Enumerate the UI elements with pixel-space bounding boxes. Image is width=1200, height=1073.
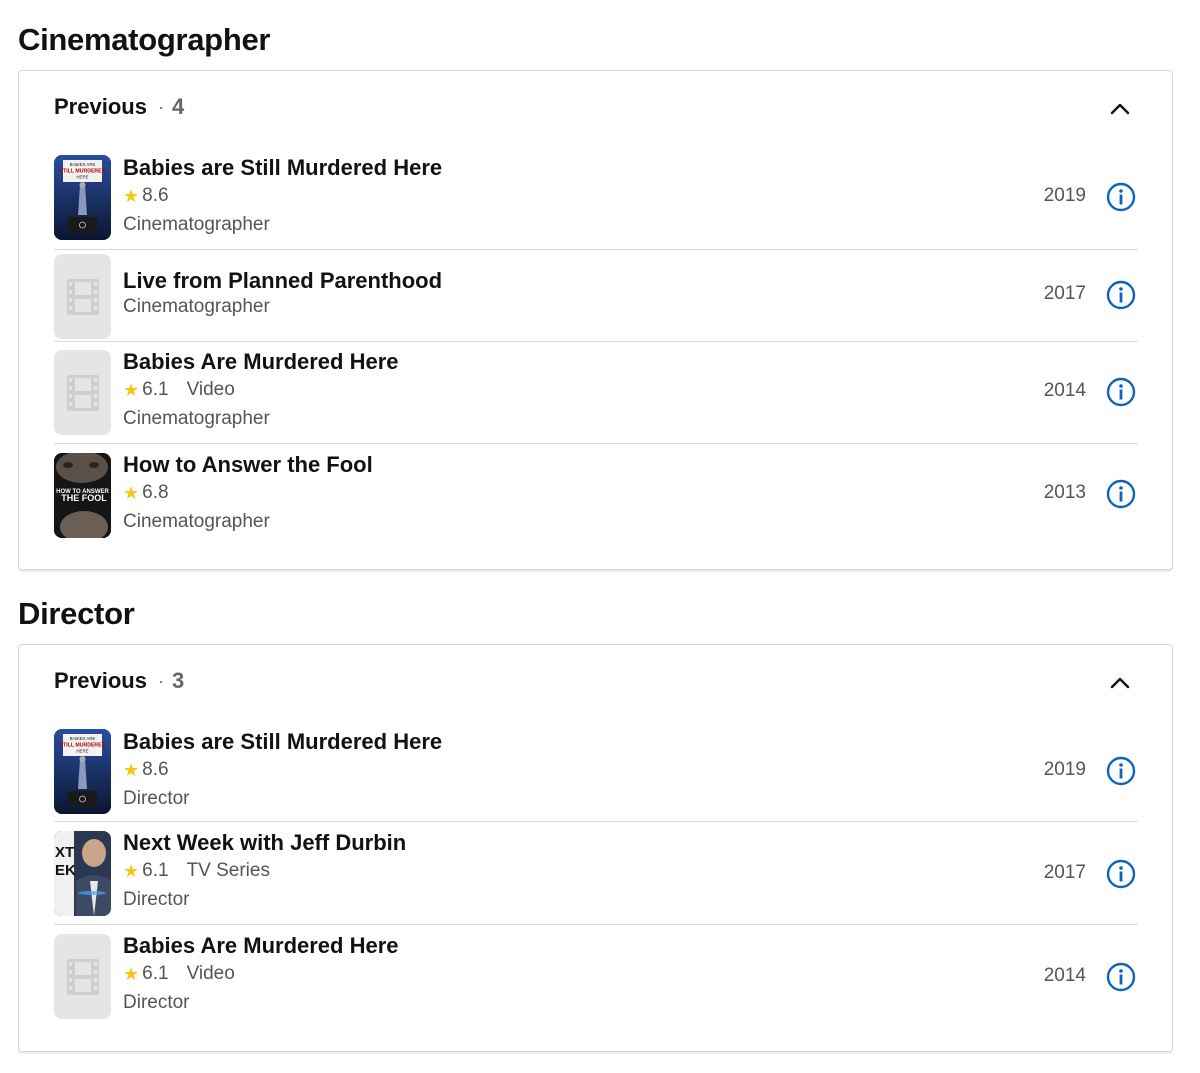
title-type: TV Series	[186, 860, 270, 881]
credit-title[interactable]: Live from Planned Parenthood	[123, 268, 442, 294]
poster-text: BABIES ARE	[70, 736, 96, 741]
credit-meta: Live from Planned Parenthood Cinematogra…	[123, 268, 442, 320]
star-icon: ★	[123, 380, 140, 400]
rating-value: 6.8	[142, 482, 169, 503]
rating-value: 6.1	[142, 379, 169, 400]
poster-image[interactable]: XT EK	[54, 831, 111, 916]
poster-placeholder[interactable]	[54, 350, 111, 435]
section-title-cinematographer: Cinematographer	[18, 22, 271, 57]
info-circle-icon[interactable]	[1106, 280, 1136, 310]
credit-title[interactable]: Babies are Still Murdered Here	[123, 155, 442, 181]
rating-value: 6.1	[142, 963, 169, 984]
info-circle-icon[interactable]	[1106, 962, 1136, 992]
credit-meta: How to Answer the Fool ★ 6.8 Cinematograp…	[123, 452, 373, 535]
credit-row[interactable]: Babies Are Murdered Here ★ 6.1 Video Direc…	[54, 925, 1138, 1030]
section-title-director: Director	[18, 596, 135, 631]
title-type: Video	[186, 379, 235, 400]
film-strip-icon	[66, 278, 99, 315]
star-icon: ★	[123, 483, 140, 503]
credit-title[interactable]: Babies Are Murdered Here	[123, 933, 399, 959]
separator-dot: ·	[157, 96, 164, 117]
star-icon: ★	[123, 964, 140, 984]
info-circle-icon[interactable]	[1106, 377, 1136, 407]
info-circle-icon[interactable]	[1106, 182, 1136, 212]
credit-role: Director	[123, 788, 190, 809]
rating-value: 8.6	[142, 759, 169, 780]
separator-dot: ·	[157, 670, 164, 691]
credit-meta: Next Week with Jeff Durbin ★ 6.1 TV Series…	[123, 830, 406, 913]
credit-year: 2014	[1043, 965, 1086, 986]
credits-card-cinematographer: Previous · 4 BABIES ARE STILL MURDERED H…	[18, 70, 1173, 570]
header-label: Previous	[54, 94, 147, 119]
credit-year: 2017	[1043, 283, 1086, 304]
title-type: Video	[186, 963, 235, 984]
credit-row[interactable]: Live from Planned Parenthood Cinematogra…	[54, 250, 1138, 342]
poster-text: EK	[55, 862, 76, 879]
credit-title[interactable]: Babies Are Murdered Here	[123, 349, 399, 375]
film-strip-icon	[66, 374, 99, 411]
credit-row[interactable]: XT EK Next Week with Jeff Durbin ★ 6.1 TV …	[54, 822, 1138, 925]
poster-placeholder[interactable]	[54, 254, 111, 339]
credit-count: 3	[171, 668, 185, 693]
credits-card-director: Previous · 3 BABIES ARE STILL MURDERED H…	[18, 644, 1173, 1052]
credit-role: Cinematographer	[123, 408, 270, 429]
credit-role: Cinematographer	[123, 511, 270, 532]
credit-meta: Babies are Still Murdered Here ★ 8.6 Cine…	[123, 155, 442, 238]
credit-year: 2013	[1043, 482, 1086, 503]
info-circle-icon[interactable]	[1106, 479, 1136, 509]
film-strip-icon	[66, 958, 99, 995]
credit-count: 4	[171, 94, 185, 119]
poster-image[interactable]: BABIES ARE STILL MURDERED HERE	[54, 729, 111, 814]
credit-meta: Babies Are Murdered Here ★ 6.1 Video Cinem…	[123, 349, 399, 432]
credit-role: Director	[123, 992, 190, 1013]
star-icon: ★	[123, 861, 140, 881]
card-header[interactable]: Previous · 4	[54, 93, 184, 121]
info-circle-icon[interactable]	[1106, 756, 1136, 786]
credit-rating: ★ 6.1 Video	[123, 377, 399, 403]
poster-placeholder[interactable]	[54, 934, 111, 1019]
credit-rating: ★ 8.6	[123, 757, 442, 783]
star-icon: ★	[123, 760, 140, 780]
credit-role: Cinematographer	[123, 214, 270, 235]
credit-rating: ★ 6.8	[123, 480, 373, 506]
star-icon: ★	[123, 186, 140, 206]
credit-year: 2017	[1043, 862, 1086, 883]
credit-meta: Babies are Still Murdered Here ★ 8.6 Dire…	[123, 729, 442, 812]
credit-year: 2019	[1043, 185, 1086, 206]
poster-image[interactable]: HOW TO ANSWER THE FOOL	[54, 453, 111, 538]
poster-text: HERE	[76, 175, 88, 180]
card-header[interactable]: Previous · 3	[54, 667, 184, 695]
credit-rating: ★ 8.6	[123, 183, 442, 209]
header-label: Previous	[54, 668, 147, 693]
poster-text: XT	[55, 844, 74, 861]
credit-title[interactable]: Next Week with Jeff Durbin	[123, 830, 406, 856]
credit-meta: Babies Are Murdered Here ★ 6.1 Video Direc…	[123, 933, 399, 1016]
credit-rating: ★ 6.1 Video	[123, 961, 399, 987]
credit-row[interactable]: BABIES ARE STILL MURDERED HERE Babies ar…	[54, 153, 1138, 250]
credit-row[interactable]: HOW TO ANSWER THE FOOL How to Answer the…	[54, 444, 1138, 546]
poster-text: THE FOOL	[61, 493, 107, 503]
credit-title[interactable]: How to Answer the Fool	[123, 452, 373, 478]
poster-text: BABIES ARE	[70, 162, 96, 167]
poster-image[interactable]: BABIES ARE STILL MURDERED HERE	[54, 155, 111, 240]
info-circle-icon[interactable]	[1106, 859, 1136, 889]
credit-year: 2019	[1043, 759, 1086, 780]
chevron-up-icon[interactable]	[1106, 95, 1134, 123]
credit-year: 2014	[1043, 380, 1086, 401]
credit-role: Cinematographer	[123, 296, 270, 317]
poster-text: HERE	[76, 749, 88, 754]
credit-title[interactable]: Babies are Still Murdered Here	[123, 729, 442, 755]
rating-value: 8.6	[142, 185, 169, 206]
chevron-up-icon[interactable]	[1106, 669, 1134, 697]
credit-row[interactable]: Babies Are Murdered Here ★ 6.1 Video Cinem…	[54, 342, 1138, 444]
credit-row[interactable]: BABIES ARE STILL MURDERED HERE Babies ar…	[54, 727, 1138, 822]
credit-rating: ★ 6.1 TV Series	[123, 858, 406, 884]
credit-role: Director	[123, 889, 190, 910]
rating-value: 6.1	[142, 860, 169, 881]
